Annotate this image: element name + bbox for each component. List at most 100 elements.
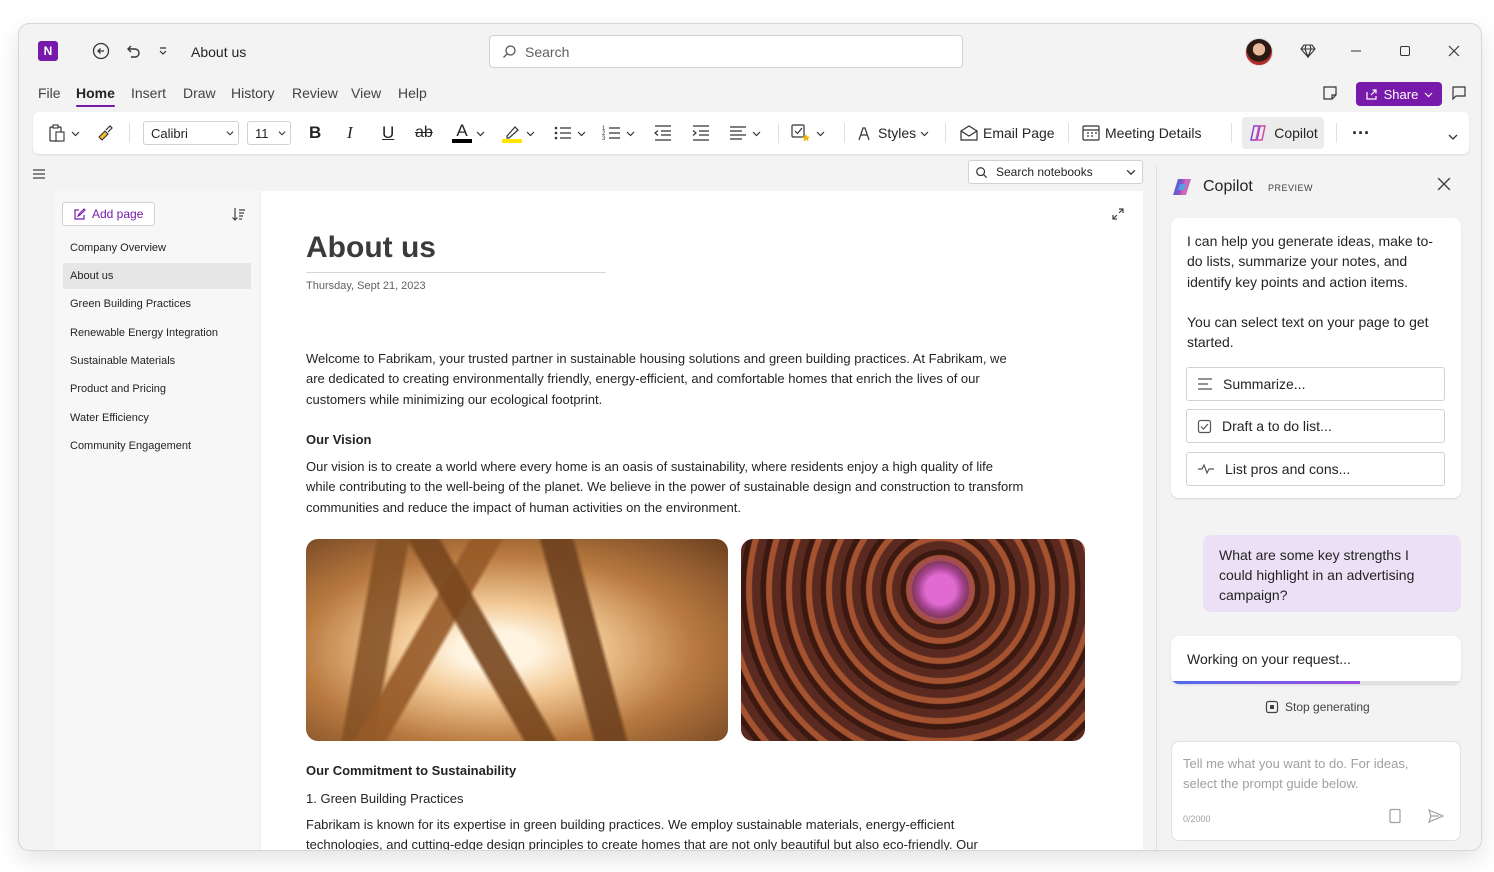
compose-icon [74,207,86,220]
share-button[interactable]: Share [1356,82,1442,106]
search-input[interactable]: Search [489,35,963,68]
commitment-heading[interactable]: Our Commitment to Sustainability [306,763,516,778]
highlighter-icon [506,126,519,139]
add-page-button[interactable]: Add page [62,202,155,226]
decrease-indent-button[interactable] [653,121,673,145]
premium-diamond-icon[interactable] [1297,40,1319,62]
pros-cons-label: List pros and cons... [1225,461,1351,477]
chevron-down-icon [226,131,234,136]
copilot-ribbon-label: Copilot [1274,125,1318,141]
format-painter-button[interactable] [95,121,115,145]
underline-button[interactable]: U [382,121,394,145]
vision-paragraph[interactable]: Our vision is to create a world where ev… [306,457,1026,518]
page-title[interactable]: About us [306,231,436,265]
strikethrough-button[interactable]: ab [415,121,433,145]
font-size-select[interactable]: 11 [247,121,291,145]
page-item-green-building-practices[interactable]: Green Building Practices [63,291,251,317]
sort-icon[interactable] [231,206,247,227]
more-options-button[interactable]: ··· [1352,121,1370,145]
envelope-icon [960,125,978,141]
maximize-icon[interactable] [1394,40,1416,62]
minimize-icon[interactable] [1345,40,1367,62]
increase-indent-button[interactable] [691,121,711,145]
add-page-label: Add page [92,207,144,221]
styles-button[interactable]: Styles [856,121,929,145]
copilot-title: Copilot [1203,178,1253,195]
summarize-lines-icon [1198,378,1212,390]
summarize-label: Summarize... [1223,376,1306,392]
navigation-toggle-icon[interactable] [31,166,47,182]
page-item-product-and-pricing[interactable]: Product and Pricing [63,376,251,402]
timber-interior-image[interactable] [306,539,728,741]
back-icon[interactable] [90,40,112,62]
feedback-icon[interactable] [1449,82,1471,104]
paste-button[interactable] [47,121,80,145]
prompt-guide-icon[interactable] [1388,808,1402,829]
page-item-water-efficiency[interactable]: Water Efficiency [63,405,251,431]
draft-todo-button[interactable]: Draft a to do list... [1186,409,1445,443]
menu-file[interactable]: File [38,85,61,101]
search-icon [503,45,516,58]
meeting-details-button[interactable]: Meeting Details [1081,121,1202,145]
alignment-button[interactable] [728,121,761,145]
tags-button[interactable] [790,121,825,145]
user-message-bubble: What are some key strengths I could high… [1203,535,1461,612]
font-color-button[interactable]: A [452,121,485,145]
character-count: 0/2000 [1183,814,1211,824]
meeting-details-label: Meeting Details [1105,125,1202,141]
bullets-button[interactable] [553,121,586,145]
menu-history[interactable]: History [231,85,275,101]
close-icon[interactable] [1443,40,1465,62]
menu-help[interactable]: Help [398,85,427,101]
highlight-button[interactable] [502,121,535,145]
commitment-paragraph[interactable]: Fabrikam is known for its expertise in g… [306,815,1026,850]
title-underline [306,272,606,273]
summarize-button[interactable]: Summarize... [1186,367,1445,401]
copilot-prompt-input[interactable]: Tell me what you want to do. For ideas, … [1171,741,1461,841]
copilot-welcome-card: I can help you generate ideas, make to-d… [1171,218,1461,498]
menu-insert[interactable]: Insert [131,85,166,101]
chevron-down-icon [752,131,761,136]
collapse-ribbon-button[interactable] [1447,125,1459,149]
vision-heading[interactable]: Our Vision [306,432,372,447]
search-notebooks-input[interactable]: Search notebooks [968,160,1143,184]
bold-button[interactable]: B [309,121,321,145]
menu-home[interactable]: Home [76,85,115,107]
spiral-atrium-image[interactable] [741,539,1085,741]
copilot-ribbon-button[interactable]: Copilot [1242,117,1324,149]
intro-paragraph[interactable]: Welcome to Fabrikam, your trusted partne… [306,349,1026,410]
onenote-logo-icon: N [38,41,58,61]
chevron-down-icon [626,131,635,136]
page-item-sustainable-materials[interactable]: Sustainable Materials [63,348,251,374]
sticky-notes-icon[interactable] [1319,82,1341,104]
styles-label: Styles [878,125,917,141]
stop-generating-button[interactable]: Stop generating [1265,700,1370,714]
styles-pen-icon [858,127,870,141]
clipboard-icon [49,124,65,142]
menu-draw[interactable]: Draw [183,85,216,101]
chevron-down-icon [1448,134,1458,140]
font-name-select[interactable]: Calibri [143,121,239,145]
customize-dropdown-icon[interactable] [152,40,174,62]
menu-view[interactable]: View [351,85,381,101]
chevron-down-icon [816,131,825,136]
commitment-list-item[interactable]: 1. Green Building Practices [306,789,1026,809]
page-item-renewable-energy-integration[interactable]: Renewable Energy Integration [63,320,251,346]
close-icon[interactable] [1437,177,1451,196]
title-bar: N About us Search [19,24,1481,76]
user-avatar[interactable] [1245,38,1273,66]
pros-cons-button[interactable]: List pros and cons... [1186,452,1445,486]
page-canvas[interactable]: About us Thursday, Sept 21, 2023 Welcome… [261,191,1143,850]
send-icon[interactable] [1427,808,1445,829]
page-item-community-engagement[interactable]: Community Engagement [63,433,251,459]
email-page-button[interactable]: Email Page [959,121,1055,145]
italic-button[interactable]: I [347,121,353,145]
numbering-button[interactable]: 123 [602,121,635,145]
chevron-down-icon [1424,92,1433,97]
page-item-about-us[interactable]: About us [63,263,251,289]
undo-icon[interactable] [122,40,144,62]
page-list: Add page Company Overview About us Green… [55,191,259,850]
menu-review[interactable]: Review [292,85,338,101]
expand-icon[interactable] [1111,207,1125,226]
page-item-company-overview[interactable]: Company Overview [63,235,251,261]
